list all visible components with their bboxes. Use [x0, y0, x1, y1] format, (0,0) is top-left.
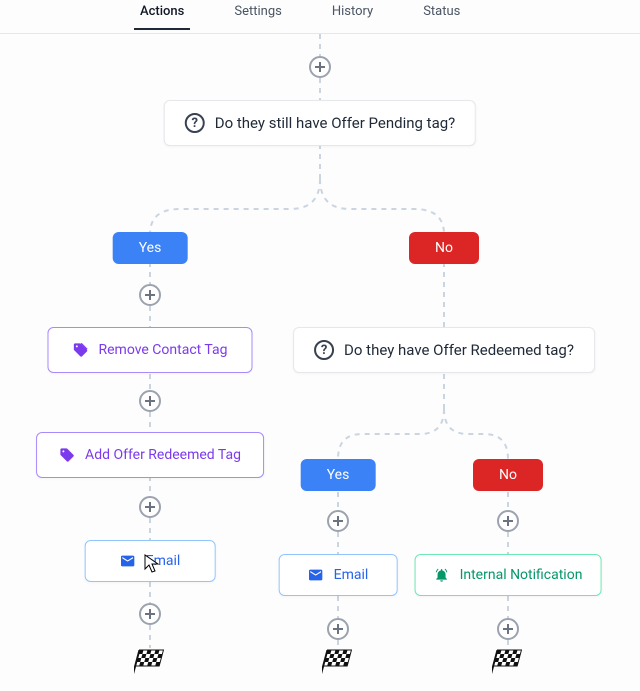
workflow-canvas[interactable]: ? Do they still have Offer Pending tag? …: [0, 34, 640, 691]
action-remove-contact-tag[interactable]: Remove Contact Tag: [48, 327, 253, 373]
branch-yes[interactable]: Yes: [301, 459, 376, 491]
mail-icon: [308, 567, 324, 583]
add-step-button[interactable]: [139, 390, 161, 412]
tab-status[interactable]: Status: [423, 4, 460, 29]
finish-icon: [134, 648, 166, 680]
tab-bar: Actions Settings History Status: [0, 0, 640, 34]
action-internal-notification[interactable]: Internal Notification: [415, 554, 602, 596]
finish-icon: [492, 648, 524, 680]
add-step-button[interactable]: [497, 618, 519, 640]
tab-actions[interactable]: Actions: [140, 4, 184, 29]
add-step-button[interactable]: [139, 603, 161, 625]
add-step-button[interactable]: [327, 510, 349, 532]
branch-yes[interactable]: Yes: [113, 232, 188, 264]
mail-icon: [120, 553, 136, 569]
add-step-button[interactable]: [309, 56, 331, 78]
action-label: Add Offer Redeemed Tag: [85, 447, 241, 463]
action-email[interactable]: Email: [279, 554, 398, 596]
branch-no[interactable]: No: [409, 232, 479, 264]
finish-icon: [322, 648, 354, 680]
action-label: Email: [334, 567, 369, 583]
action-email[interactable]: Email: [85, 540, 216, 582]
add-step-button[interactable]: [139, 496, 161, 518]
condition-label: Do they have Offer Redeemed tag?: [344, 341, 574, 359]
tag-icon: [73, 342, 89, 358]
action-add-offer-redeemed-tag[interactable]: Add Offer Redeemed Tag: [36, 432, 264, 478]
tab-history[interactable]: History: [332, 4, 373, 29]
condition-offer-redeemed[interactable]: ? Do they have Offer Redeemed tag?: [293, 327, 595, 373]
tab-settings[interactable]: Settings: [234, 4, 281, 29]
branch-no[interactable]: No: [473, 459, 543, 491]
add-step-button[interactable]: [327, 618, 349, 640]
add-step-button[interactable]: [497, 510, 519, 532]
question-icon: ?: [314, 340, 334, 360]
action-label: Internal Notification: [460, 567, 583, 583]
question-icon: ?: [185, 113, 205, 133]
bell-icon: [434, 567, 450, 583]
tag-icon: [59, 447, 75, 463]
add-step-button[interactable]: [139, 284, 161, 306]
condition-offer-pending[interactable]: ? Do they still have Offer Pending tag?: [164, 100, 476, 146]
condition-label: Do they still have Offer Pending tag?: [215, 114, 455, 132]
action-label: Email: [146, 553, 181, 569]
action-label: Remove Contact Tag: [99, 342, 228, 358]
